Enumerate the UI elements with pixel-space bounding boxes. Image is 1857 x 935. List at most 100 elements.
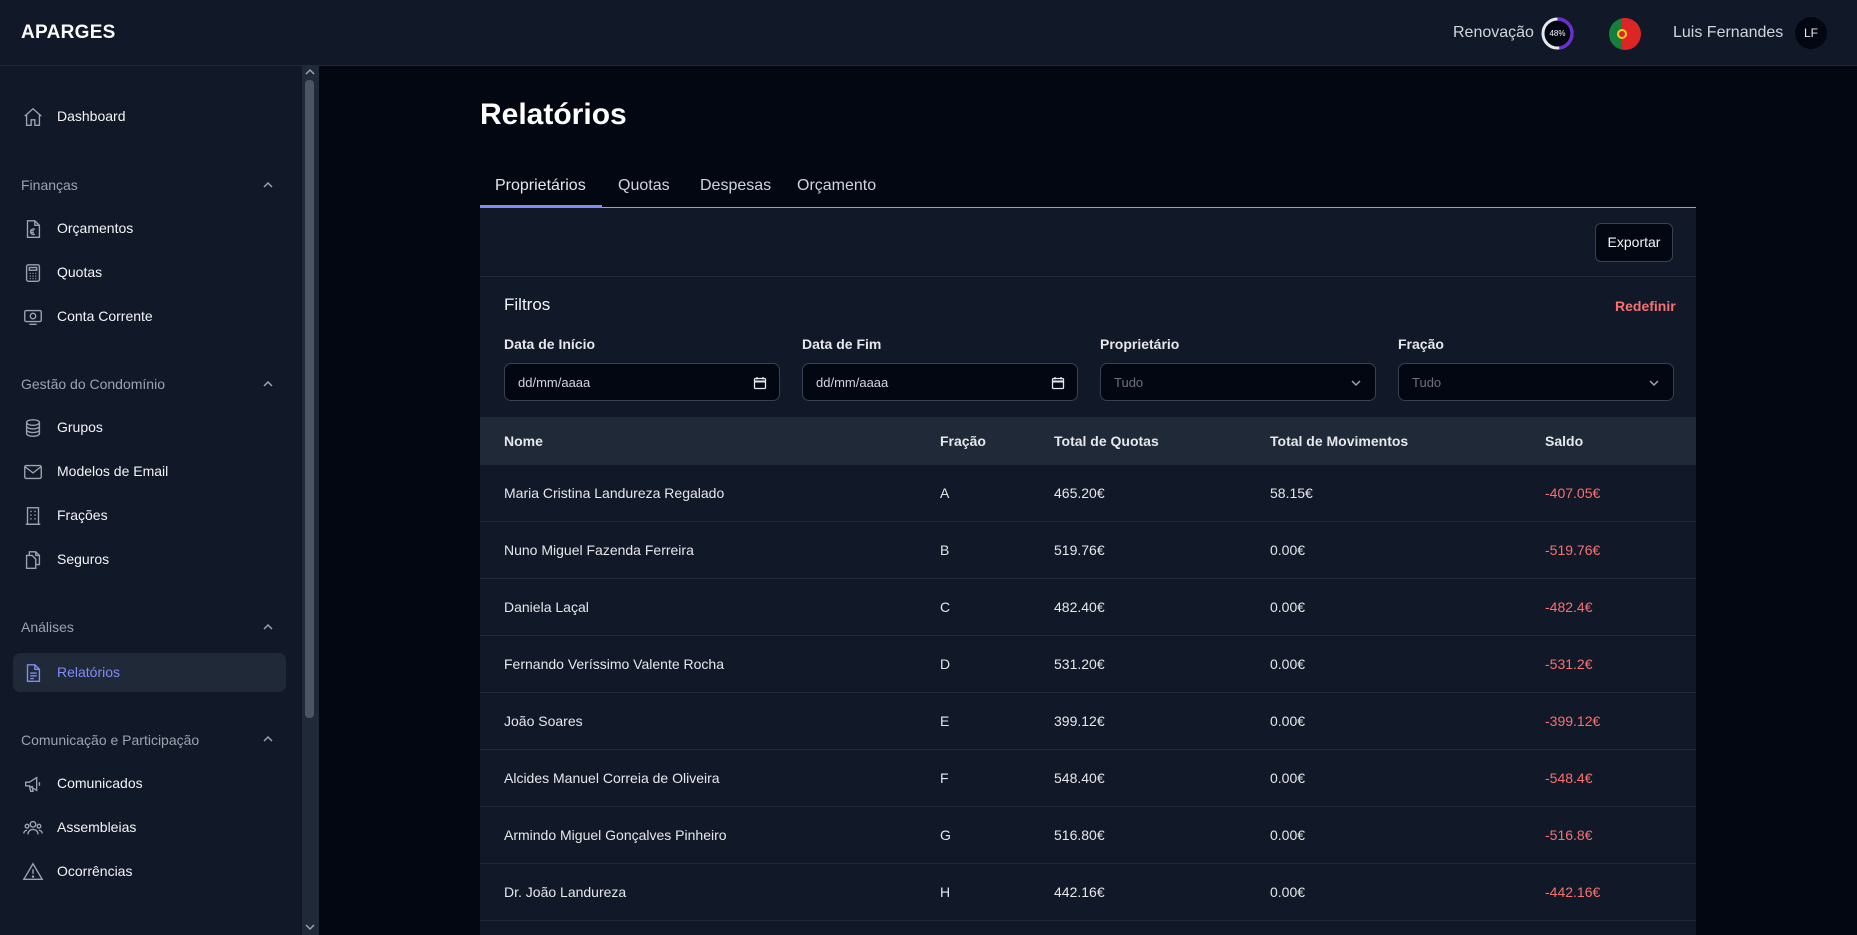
user-avatar[interactable]: LF: [1795, 17, 1827, 49]
column-header-nome[interactable]: Nome: [504, 433, 543, 449]
card-header: Exportar: [480, 208, 1696, 277]
cell-nome: Fernando Veríssimo Valente Rocha: [504, 656, 724, 672]
cell-fracao: A: [940, 485, 950, 501]
chevron-down-icon: [1351, 380, 1361, 387]
calendar-icon[interactable]: [1051, 376, 1065, 390]
cell-total-movimentos: 0.00€: [1270, 599, 1306, 615]
chevron-up-icon[interactable]: [262, 378, 274, 390]
report-tabs: Proprietários Quotas Despesas Orçamento: [480, 174, 1696, 208]
table-row[interactable]: Dr. João Landureza H 442.16€ 0.00€ -442.16€: [480, 864, 1696, 921]
table-row[interactable]: Fernando Veríssimo Valente Rocha D 531.20€…: [480, 636, 1696, 693]
column-header-total-quotas[interactable]: Total de Quotas: [1054, 433, 1159, 449]
section-title-financas[interactable]: Finanças: [21, 177, 78, 193]
sidebar-item-ocorrencias[interactable]: Ocorrências: [13, 852, 286, 891]
sidebar-item-grupos[interactable]: Grupos: [13, 408, 286, 447]
renewal-progress-text: 48%: [1549, 29, 1566, 38]
cell-saldo: -516.8€: [1545, 827, 1593, 843]
fraction-select-value: Tudo: [1412, 375, 1442, 390]
export-button[interactable]: Exportar: [1595, 223, 1673, 262]
cell-saldo: -482.4€: [1545, 599, 1593, 615]
sidebar-item-conta-corrente[interactable]: Conta Corrente: [13, 297, 286, 336]
report-card: Exportar Filtros Redefinir Data de Iníci…: [480, 208, 1696, 935]
sidebar-item-label: Grupos: [57, 419, 103, 435]
table-row[interactable]: Daniela Laçal C 482.40€ 0.00€ -482.4€: [480, 579, 1696, 636]
table-row[interactable]: João Soares E 399.12€ 0.00€ -399.12€: [480, 693, 1696, 750]
building-icon: [25, 507, 41, 525]
chevron-up-icon[interactable]: [262, 179, 274, 191]
cell-total-movimentos: 0.00€: [1270, 884, 1306, 900]
cell-total-movimentos: 0.00€: [1270, 713, 1306, 729]
sidebar-item-relatorios[interactable]: Relatórios: [13, 653, 286, 692]
table-row[interactable]: Nuno Miguel Fazenda Ferreira B 519.76€ 0.00…: [480, 522, 1696, 579]
scroll-down-arrow-icon[interactable]: [304, 922, 316, 932]
sidebar-item-comunicados[interactable]: Comunicados: [13, 764, 286, 803]
tab-proprietarios[interactable]: Proprietários: [495, 177, 586, 195]
user-name[interactable]: Luis Fernandes: [1673, 24, 1783, 42]
scroll-up-arrow-icon[interactable]: [304, 67, 316, 77]
database-icon: [25, 419, 41, 437]
cell-total-quotas: 531.20€: [1054, 656, 1105, 672]
calendar-icon[interactable]: [753, 376, 767, 390]
sidebar-item-seguros[interactable]: Seguros: [13, 540, 286, 579]
megaphone-icon: [24, 776, 41, 793]
sidebar-item-label: Orçamentos: [57, 220, 134, 236]
portugal-flag-icon[interactable]: [1609, 18, 1641, 50]
chevron-up-icon[interactable]: [262, 621, 274, 633]
section-title-comunicacao[interactable]: Comunicação e Participação: [21, 732, 199, 748]
sidebar-item-assembleias[interactable]: Assembleias: [13, 808, 286, 847]
cell-total-movimentos: 0.00€: [1270, 656, 1306, 672]
owner-filter-label: Proprietário: [1100, 336, 1180, 352]
sidebar-item-label: Comunicados: [57, 775, 143, 791]
sidebar-item-orcamentos[interactable]: Orçamentos: [13, 209, 286, 248]
table-row[interactable]: Armindo Miguel Gonçalves Pinheiro G 516.80…: [480, 807, 1696, 864]
owner-select-value: Tudo: [1114, 375, 1144, 390]
section-title-gestao[interactable]: Gestão do Condomínio: [21, 376, 165, 392]
column-header-total-movimentos[interactable]: Total de Movimentos: [1270, 433, 1408, 449]
cell-nome: Dr. João Landureza: [504, 884, 627, 900]
tab-despesas[interactable]: Despesas: [700, 177, 771, 195]
table-header: Nome Fração Total de Quotas Total de Mov…: [480, 417, 1696, 465]
table-row[interactable]: Alcides Manuel Correia de Oliveira F 548.4…: [480, 750, 1696, 807]
sidebar-item-label: Quotas: [57, 264, 103, 280]
section-title-analises[interactable]: Análises: [21, 619, 74, 635]
chevron-down-icon: [1649, 380, 1659, 387]
sidebar: Dashboard Finanças Orçamentos Quotas Con…: [0, 66, 302, 935]
cell-saldo: -399.12€: [1545, 713, 1601, 729]
reset-filters-link[interactable]: Redefinir: [1615, 298, 1676, 314]
cell-nome: João Soares: [504, 713, 583, 729]
sidebar-item-quotas[interactable]: Quotas: [13, 253, 286, 292]
fraction-select[interactable]: Tudo: [1398, 363, 1674, 401]
tab-quotas[interactable]: Quotas: [618, 177, 670, 195]
cell-saldo: -548.4€: [1545, 770, 1593, 786]
cell-fracao: G: [940, 827, 951, 843]
brand-logo[interactable]: APARGES: [21, 22, 116, 44]
sidebar-item-dashboard[interactable]: Dashboard: [13, 97, 286, 136]
cell-fracao: E: [940, 713, 950, 729]
column-header-saldo[interactable]: Saldo: [1545, 433, 1583, 449]
cell-fracao: B: [940, 542, 950, 558]
sidebar-item-label: Modelos de Email: [57, 463, 169, 479]
table-row[interactable]: Maria Cristina Landureza Regalado A 465.20…: [480, 465, 1696, 522]
cell-total-movimentos: 0.00€: [1270, 827, 1306, 843]
cell-nome: Armindo Miguel Gonçalves Pinheiro: [504, 827, 727, 843]
cell-nome: Nuno Miguel Fazenda Ferreira: [504, 542, 694, 558]
start-date-input[interactable]: dd/mm/aaaa: [504, 363, 780, 401]
cell-total-quotas: 465.20€: [1054, 485, 1105, 501]
calculator-icon: [25, 264, 41, 282]
sidebar-item-modelos-email[interactable]: Modelos de Email: [13, 452, 286, 491]
cell-saldo: -531.2€: [1545, 656, 1593, 672]
renewal-progress-ring[interactable]: 48%: [1540, 16, 1575, 51]
end-date-input[interactable]: dd/mm/aaaa: [802, 363, 1078, 401]
tab-orcamento[interactable]: Orçamento: [797, 177, 876, 195]
cell-fracao: C: [940, 599, 951, 615]
euro-document-icon: [26, 220, 41, 238]
column-header-fracao[interactable]: Fração: [940, 433, 986, 449]
sidebar-item-label: Dashboard: [57, 108, 126, 124]
cell-total-quotas: 442.16€: [1054, 884, 1105, 900]
sidebar-item-fracoes[interactable]: Frações: [13, 496, 286, 535]
sidebar-scrollbar-thumb[interactable]: [305, 80, 314, 718]
cell-saldo: -442.16€: [1545, 884, 1601, 900]
end-date-value: dd/mm/aaaa: [816, 375, 889, 390]
owner-select[interactable]: Tudo: [1100, 363, 1376, 401]
chevron-up-icon[interactable]: [262, 733, 274, 745]
